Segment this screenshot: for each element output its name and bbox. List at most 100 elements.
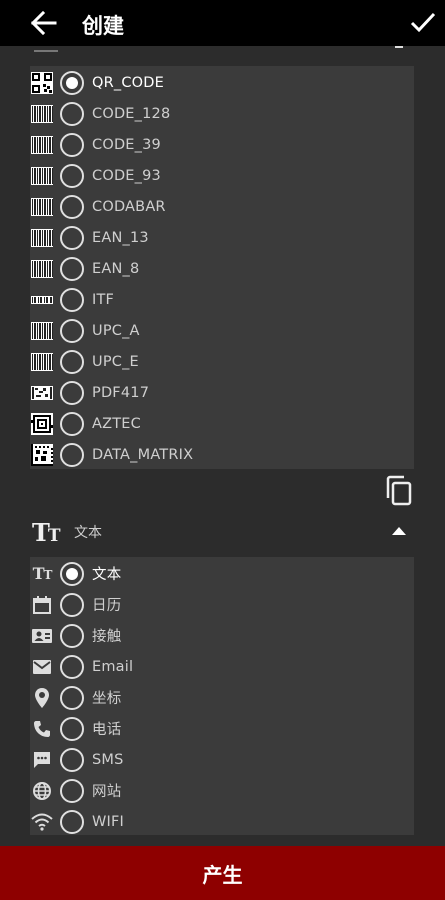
option-label: Email bbox=[92, 658, 134, 675]
option-label: 接触 bbox=[92, 629, 122, 645]
globe-icon bbox=[30, 779, 54, 803]
radio-unselected[interactable] bbox=[60, 623, 84, 648]
option-row-pdf417[interactable]: PDF417 bbox=[30, 377, 414, 408]
radio-unselected[interactable] bbox=[60, 685, 84, 710]
option-row-aztec[interactable]: AZTEC bbox=[30, 408, 414, 439]
option-label: DATA_MATRIX bbox=[92, 446, 194, 463]
option-row-code-39[interactable]: CODE_39 bbox=[30, 129, 414, 160]
content-section-header[interactable]: TT 文本 bbox=[0, 515, 445, 547]
location-icon bbox=[30, 686, 54, 710]
option-label: ITF bbox=[92, 291, 115, 308]
option-row-ean-13[interactable]: EAN_13 bbox=[30, 222, 414, 253]
option-label: CODABAR bbox=[92, 198, 166, 215]
radio-unselected[interactable] bbox=[60, 349, 84, 374]
option-label: SMS bbox=[92, 751, 124, 768]
radio-unselected[interactable] bbox=[60, 747, 84, 772]
sms-icon bbox=[30, 748, 54, 772]
option-label: CODE_39 bbox=[92, 136, 161, 153]
option-label: EAN_8 bbox=[92, 260, 140, 277]
option-row--[interactable]: 坐标 bbox=[30, 682, 414, 713]
option-label: EAN_13 bbox=[92, 229, 149, 246]
option-row-upc-a[interactable]: UPC_A bbox=[30, 315, 414, 346]
barcode-icon bbox=[30, 195, 54, 219]
radio-unselected[interactable] bbox=[60, 287, 84, 312]
option-row-sms[interactable]: SMS bbox=[30, 744, 414, 775]
data-matrix-icon bbox=[30, 443, 54, 467]
option-row-itf[interactable]: ITF bbox=[30, 284, 414, 315]
barcode-icon bbox=[30, 226, 54, 250]
option-label: WIFI bbox=[92, 813, 125, 830]
collapse-caret-icon[interactable] bbox=[395, 46, 403, 48]
text-format-icon: TT bbox=[32, 518, 60, 547]
radio-unselected[interactable] bbox=[60, 778, 84, 803]
itf-barcode-icon bbox=[30, 288, 54, 312]
option-label: PDF417 bbox=[92, 384, 150, 401]
generate-button[interactable]: 产生 bbox=[0, 846, 445, 900]
radio-unselected[interactable] bbox=[60, 442, 84, 467]
phone-icon bbox=[30, 717, 54, 741]
back-arrow-icon[interactable] bbox=[30, 9, 58, 37]
radio-unselected[interactable] bbox=[60, 809, 84, 834]
content-section-label: 文本 bbox=[74, 525, 102, 541]
option-label: CODE_93 bbox=[92, 167, 161, 184]
option-label: QR_CODE bbox=[92, 74, 165, 91]
qr-code-icon bbox=[30, 71, 54, 95]
option-row-upc-e[interactable]: UPC_E bbox=[30, 346, 414, 377]
barcode-icon bbox=[30, 102, 54, 126]
barcode-icon bbox=[30, 133, 54, 157]
radio-unselected[interactable] bbox=[60, 716, 84, 741]
radio-unselected[interactable] bbox=[60, 132, 84, 157]
email-icon bbox=[30, 655, 54, 679]
barcode-icon bbox=[30, 350, 54, 374]
option-label: 日历 bbox=[92, 598, 122, 614]
option-label: AZTEC bbox=[92, 415, 141, 432]
radio-unselected[interactable] bbox=[60, 225, 84, 250]
option-row--[interactable]: 接触 bbox=[30, 620, 414, 651]
barcode-section-icon bbox=[34, 46, 58, 52]
option-row--[interactable]: 网站 bbox=[30, 775, 414, 806]
option-row-qr-code[interactable]: QR_CODE bbox=[30, 67, 414, 98]
barcode-icon bbox=[30, 319, 54, 343]
radio-unselected[interactable] bbox=[60, 318, 84, 343]
barcode-icon bbox=[30, 257, 54, 281]
radio-unselected[interactable] bbox=[60, 654, 84, 679]
option-label: 电话 bbox=[92, 722, 122, 738]
aztec-icon bbox=[30, 412, 54, 436]
radio-unselected[interactable] bbox=[60, 163, 84, 188]
collapse-caret-icon[interactable] bbox=[392, 527, 406, 535]
option-row-data-matrix[interactable]: DATA_MATRIX bbox=[30, 439, 414, 470]
option-label: 坐标 bbox=[92, 691, 122, 707]
option-row--[interactable]: TT 文本 bbox=[30, 558, 414, 589]
pdf417-icon bbox=[30, 381, 54, 405]
page-title: 创建 bbox=[82, 14, 124, 38]
radio-unselected[interactable] bbox=[60, 592, 84, 617]
option-row-email[interactable]: Email bbox=[30, 651, 414, 682]
radio-unselected[interactable] bbox=[60, 380, 84, 405]
option-label: UPC_E bbox=[92, 353, 139, 370]
copy-icon[interactable] bbox=[384, 475, 414, 507]
radio-selected[interactable] bbox=[60, 561, 84, 586]
option-row-wifi[interactable]: WIFI bbox=[30, 806, 414, 837]
content-type-list: TT 文本日历接触 Email 坐标电话 SMS 网站 WIFI bbox=[30, 557, 414, 835]
radio-unselected[interactable] bbox=[60, 101, 84, 126]
option-label: UPC_A bbox=[92, 322, 140, 339]
radio-selected[interactable] bbox=[60, 70, 84, 95]
option-row-codabar[interactable]: CODABAR bbox=[30, 191, 414, 222]
confirm-check-icon[interactable] bbox=[410, 10, 438, 36]
option-row-code-128[interactable]: CODE_128 bbox=[30, 98, 414, 129]
top-app-bar: 创建 bbox=[0, 0, 445, 46]
wifi-icon bbox=[30, 810, 54, 834]
option-row-code-93[interactable]: CODE_93 bbox=[30, 160, 414, 191]
barcode-icon bbox=[30, 164, 54, 188]
radio-unselected[interactable] bbox=[60, 256, 84, 281]
option-label: 文本 bbox=[92, 567, 122, 583]
option-row-ean-8[interactable]: EAN_8 bbox=[30, 253, 414, 284]
option-row--[interactable]: 电话 bbox=[30, 713, 414, 744]
radio-unselected[interactable] bbox=[60, 194, 84, 219]
radio-unselected[interactable] bbox=[60, 411, 84, 436]
option-row--[interactable]: 日历 bbox=[30, 589, 414, 620]
scrolled-section-header bbox=[0, 46, 445, 66]
text-icon: TT bbox=[32, 564, 53, 583]
calendar-icon bbox=[30, 593, 54, 617]
barcode-type-list: QR_CODE CODE_128 CODE_39 CODE_93 CODABAR EAN_… bbox=[30, 66, 414, 469]
